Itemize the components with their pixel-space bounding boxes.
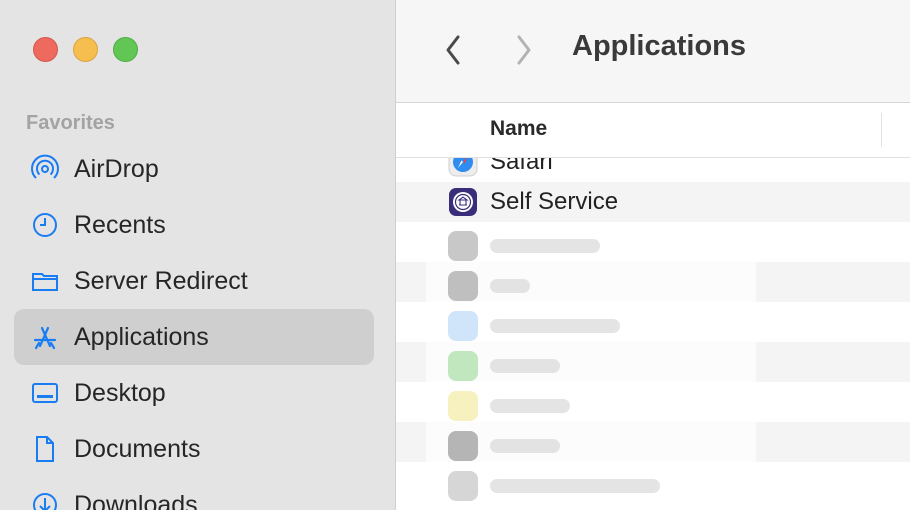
window-controls — [33, 37, 138, 62]
sidebar-item-airdrop[interactable]: AirDrop — [14, 141, 374, 197]
finder-window: Favorites AirDrop Recents Server Redirec… — [0, 0, 910, 510]
desktop-icon — [30, 378, 60, 408]
redacted-text — [490, 479, 660, 493]
forward-button[interactable] — [509, 30, 539, 70]
redacted-region — [426, 226, 756, 508]
sidebar-item-desktop[interactable]: Desktop — [14, 365, 374, 421]
redacted-text — [490, 239, 600, 253]
redacted-text — [490, 279, 530, 293]
main-pane: Applications Name Safari Self Service — [396, 0, 910, 510]
folder-icon — [30, 266, 60, 296]
list-item-self-service[interactable]: Self Service — [396, 182, 910, 222]
redacted-app-icon — [448, 431, 478, 461]
redacted-app-icon — [448, 391, 478, 421]
applications-icon — [30, 322, 60, 352]
document-icon — [30, 434, 60, 464]
redacted-text — [490, 319, 620, 333]
window-title: Applications — [572, 30, 747, 62]
sidebar: Favorites AirDrop Recents Server Redirec… — [0, 0, 396, 510]
self-service-icon — [449, 188, 477, 216]
close-button[interactable] — [33, 37, 58, 62]
column-header-name[interactable]: Name — [490, 117, 547, 141]
sidebar-item-label: Recents — [74, 210, 166, 239]
toolbar: Applications — [396, 0, 910, 103]
column-divider — [881, 113, 882, 147]
sidebar-item-label: AirDrop — [74, 154, 159, 183]
sidebar-section-favorites: Favorites — [26, 112, 115, 134]
download-icon — [30, 490, 60, 510]
redacted-text — [490, 359, 560, 373]
sidebar-item-server-redirect[interactable]: Server Redirect — [14, 253, 374, 309]
zoom-button[interactable] — [113, 37, 138, 62]
sidebar-item-label: Applications — [74, 322, 209, 351]
sidebar-item-label: Downloads — [74, 490, 198, 510]
redacted-app-icon — [448, 351, 478, 381]
sidebar-item-label: Server Redirect — [74, 266, 248, 295]
redacted-text — [490, 399, 570, 413]
list-item-safari[interactable]: Safari — [396, 158, 910, 182]
sidebar-item-documents[interactable]: Documents — [14, 421, 374, 477]
sidebar-item-label: Desktop — [74, 378, 166, 407]
list-item-name: Self Service — [490, 188, 619, 215]
chevron-right-icon — [517, 35, 531, 65]
sidebar-item-applications[interactable]: Applications — [14, 309, 374, 365]
redacted-app-icon — [448, 471, 478, 501]
sidebar-item-downloads[interactable]: Downloads — [14, 477, 374, 510]
file-list[interactable]: Safari Self Service — [396, 158, 910, 510]
safari-icon — [448, 158, 478, 177]
redacted-app-icon — [448, 271, 478, 301]
sidebar-item-label: Documents — [74, 434, 201, 463]
redacted-text — [490, 439, 560, 453]
redacted-app-icon — [448, 231, 478, 261]
minimize-button[interactable] — [73, 37, 98, 62]
airdrop-icon — [30, 154, 60, 184]
sidebar-item-recents[interactable]: Recents — [14, 197, 374, 253]
column-header-row: Name — [396, 103, 910, 158]
list-item-name: Safari — [490, 158, 553, 175]
redacted-app-icon — [448, 311, 478, 341]
clock-icon — [30, 210, 60, 240]
chevron-left-icon — [446, 35, 460, 65]
back-button[interactable] — [438, 30, 468, 70]
